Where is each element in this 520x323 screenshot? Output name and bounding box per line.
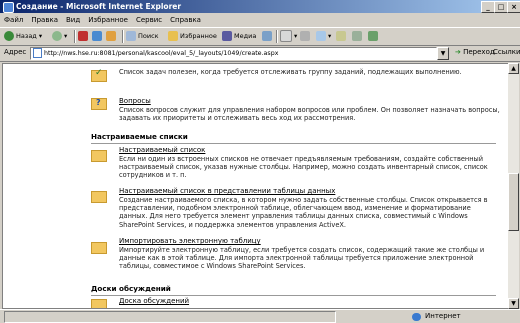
scroll-down-button[interactable]: ▼ xyxy=(508,298,519,309)
back-arrow-icon xyxy=(4,31,14,41)
import-spreadsheet-description: Импортируйте электронную таблицу, если т… xyxy=(119,246,485,271)
menu-tools[interactable]: Сервис xyxy=(132,14,166,26)
standard-toolbar: Назад ▾ ▾ Поиск Избранное Медиа ▾ ▾ xyxy=(0,27,520,46)
address-bar: Адрес http://nws.hse.ru:8081/personal/ka… xyxy=(0,45,520,62)
maximize-button[interactable]: □ xyxy=(494,1,508,13)
window-title: Создание - Microsoft Internet Explorer xyxy=(16,2,182,11)
menu-edit[interactable]: Правка xyxy=(27,14,62,26)
home-button[interactable] xyxy=(106,30,118,43)
media-icon xyxy=(222,31,232,41)
refresh-button[interactable] xyxy=(92,30,104,43)
menu-favorites[interactable]: Избранное xyxy=(84,14,132,26)
forward-button[interactable]: ▾ xyxy=(52,30,67,43)
refresh-icon xyxy=(92,31,102,41)
section-divider xyxy=(91,295,496,296)
import-spreadsheet-link[interactable]: Импортировать электронную таблицу xyxy=(119,237,261,245)
status-message-pane xyxy=(4,311,336,323)
back-button[interactable]: Назад ▾ xyxy=(4,30,42,43)
tasks-list-icon xyxy=(91,68,107,82)
tasks-description: Список задач полезен, когда требуется от… xyxy=(119,68,462,76)
custom-list-icon xyxy=(91,150,107,162)
go-button[interactable]: ➔ Переход xyxy=(455,48,495,56)
research-icon xyxy=(352,31,362,41)
search-button[interactable]: Поиск xyxy=(126,30,159,43)
discuss-button[interactable] xyxy=(336,30,348,43)
page-icon xyxy=(33,48,42,58)
discussion-board-link[interactable]: Доска обсуждений xyxy=(119,297,189,305)
stop-button[interactable] xyxy=(78,30,90,43)
menu-help[interactable]: Справка xyxy=(166,14,205,26)
messenger-icon xyxy=(368,31,378,41)
page-content: Список задач полезен, когда требуется от… xyxy=(2,63,509,309)
mail-button[interactable]: ▾ xyxy=(280,30,297,43)
favorites-button[interactable]: Избранное xyxy=(168,30,217,43)
close-button[interactable]: × xyxy=(507,1,520,13)
links-button[interactable]: Ссылки xyxy=(493,48,520,56)
status-bar: Интернет xyxy=(0,309,520,323)
issues-link[interactable]: Вопросы xyxy=(119,97,151,105)
address-input[interactable]: http://nws.hse.ru:8081/personal/kascool/… xyxy=(30,47,437,60)
research-button[interactable] xyxy=(352,30,364,43)
print-button[interactable] xyxy=(300,30,312,43)
media-button[interactable]: Медиа xyxy=(222,30,256,43)
scroll-thumb[interactable] xyxy=(508,173,519,231)
custom-list-link[interactable]: Настраиваемый список xyxy=(119,146,205,154)
discussion-boards-heading: Доски обсуждений xyxy=(91,284,171,293)
datasheet-list-link[interactable]: Настраиваемый список в представлении таб… xyxy=(119,187,335,195)
favorites-star-icon xyxy=(168,31,178,41)
print-icon xyxy=(300,31,310,41)
history-icon xyxy=(262,31,272,41)
discuss-icon xyxy=(336,31,346,41)
scroll-up-button[interactable]: ▲ xyxy=(508,63,519,74)
go-arrow-icon: ➔ xyxy=(455,48,461,56)
address-dropdown-button[interactable]: ▼ xyxy=(437,47,449,60)
minimize-button[interactable]: _ xyxy=(481,1,495,13)
messenger-button[interactable] xyxy=(368,30,380,43)
import-spreadsheet-icon xyxy=(91,242,107,254)
address-url: http://nws.hse.ru:8081/personal/kascool/… xyxy=(44,50,279,57)
address-label: Адрес xyxy=(4,48,27,56)
menu-bar: Файл Правка Вид Избранное Сервис Справка xyxy=(0,14,520,26)
home-icon xyxy=(106,31,116,41)
vertical-scrollbar[interactable]: ▲ ▼ xyxy=(508,63,519,309)
issues-description: Список вопросов служит для управления на… xyxy=(119,106,500,123)
issues-list-icon xyxy=(91,98,107,110)
internet-zone-icon xyxy=(412,313,421,321)
datasheet-list-description: Создание настраиваемого списка, в которо… xyxy=(119,196,488,229)
menu-view[interactable]: Вид xyxy=(62,14,84,26)
menu-file[interactable]: Файл xyxy=(0,14,27,26)
search-icon xyxy=(126,31,136,41)
mail-icon xyxy=(280,30,292,42)
stop-icon xyxy=(78,31,88,41)
zone-label: Интернет xyxy=(425,312,461,320)
forward-arrow-icon xyxy=(52,31,62,41)
edit-icon xyxy=(316,31,326,41)
datasheet-list-icon xyxy=(91,191,107,203)
section-divider xyxy=(91,143,496,144)
custom-lists-heading: Настраиваемые списки xyxy=(91,132,188,141)
edit-button[interactable]: ▾ xyxy=(316,30,331,43)
history-button[interactable] xyxy=(262,30,274,43)
title-bar: Создание - Microsoft Internet Explorer _… xyxy=(0,0,520,13)
discussion-board-icon xyxy=(91,299,107,308)
custom-list-description: Если ни один из встроенных списков не от… xyxy=(119,155,488,180)
ie-icon xyxy=(3,2,14,13)
